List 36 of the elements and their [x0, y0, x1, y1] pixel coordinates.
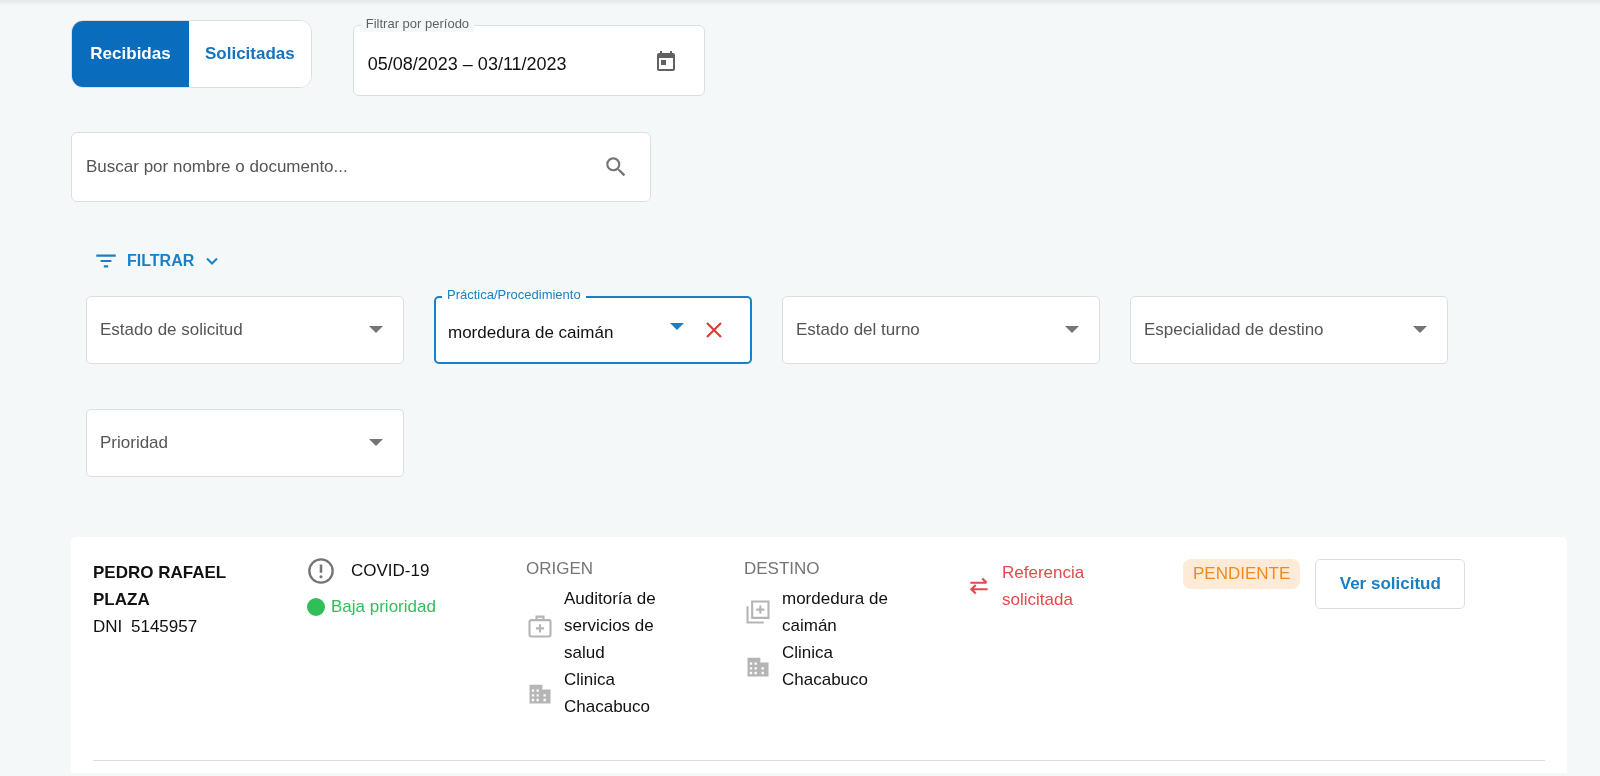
- field-label: Filtrar por período: [360, 16, 475, 32]
- dropdown-field[interactable]: Especialidad de destino: [1130, 296, 1448, 364]
- location-text: Clinica Chacabuco: [782, 642, 869, 691]
- location-text: mordedura de caimán: [782, 588, 889, 637]
- dropdown-caret-icon: [1065, 326, 1079, 334]
- close-icon: [704, 320, 724, 340]
- patient-name: PEDRO RAFAEL PLAZA: [93, 562, 227, 611]
- location-text: Auditoría de servicios de salud: [564, 588, 657, 664]
- field-placeholder: Estado de solicitud: [100, 320, 244, 340]
- dropdown-caret-icon: [369, 439, 383, 447]
- selected-value: mordedura de caimán: [448, 323, 615, 343]
- view-request-button[interactable]: Ver solicitud: [1315, 559, 1466, 609]
- section-heading: ORIGEN: [526, 559, 595, 579]
- date-range-value: 05/08/2023 – 03/11/2023: [367, 54, 567, 75]
- field-placeholder: Prioridad: [100, 433, 170, 453]
- dropdown-caret-icon: [369, 326, 383, 334]
- field-placeholder: Estado del turno: [796, 320, 921, 340]
- tab[interactable]: Recibidas: [72, 21, 189, 87]
- filter-toggle-button[interactable]: FILTRAR: [93, 248, 223, 274]
- priority-label: Baja prioridad: [331, 597, 436, 617]
- dropdown-caret-icon: [670, 323, 684, 331]
- patient-document: DNI 5145957: [93, 617, 199, 637]
- dropdown-field[interactable]: Estado de solicitud: [86, 296, 404, 364]
- section-heading: DESTINO: [744, 559, 821, 579]
- dropdown-field[interactable]: Prioridad: [86, 409, 404, 477]
- clear-button[interactable]: [704, 320, 724, 340]
- search-field[interactable]: Buscar por nombre o documento...: [71, 132, 651, 202]
- location-text: Clinica Chacabuco: [564, 669, 651, 718]
- problem-name: COVID-19: [351, 561, 430, 581]
- dropdown-caret-icon: [1413, 326, 1427, 334]
- plus-square-icon: [744, 598, 772, 626]
- alert-circle-icon: [307, 557, 335, 585]
- reference-status: Referencia solicitada: [1002, 562, 1086, 611]
- status-badge: PENDIENTE: [1183, 559, 1301, 589]
- dropdown-field[interactable]: Estado del turno: [782, 296, 1100, 364]
- field-placeholder: Especialidad de destino: [1144, 320, 1325, 340]
